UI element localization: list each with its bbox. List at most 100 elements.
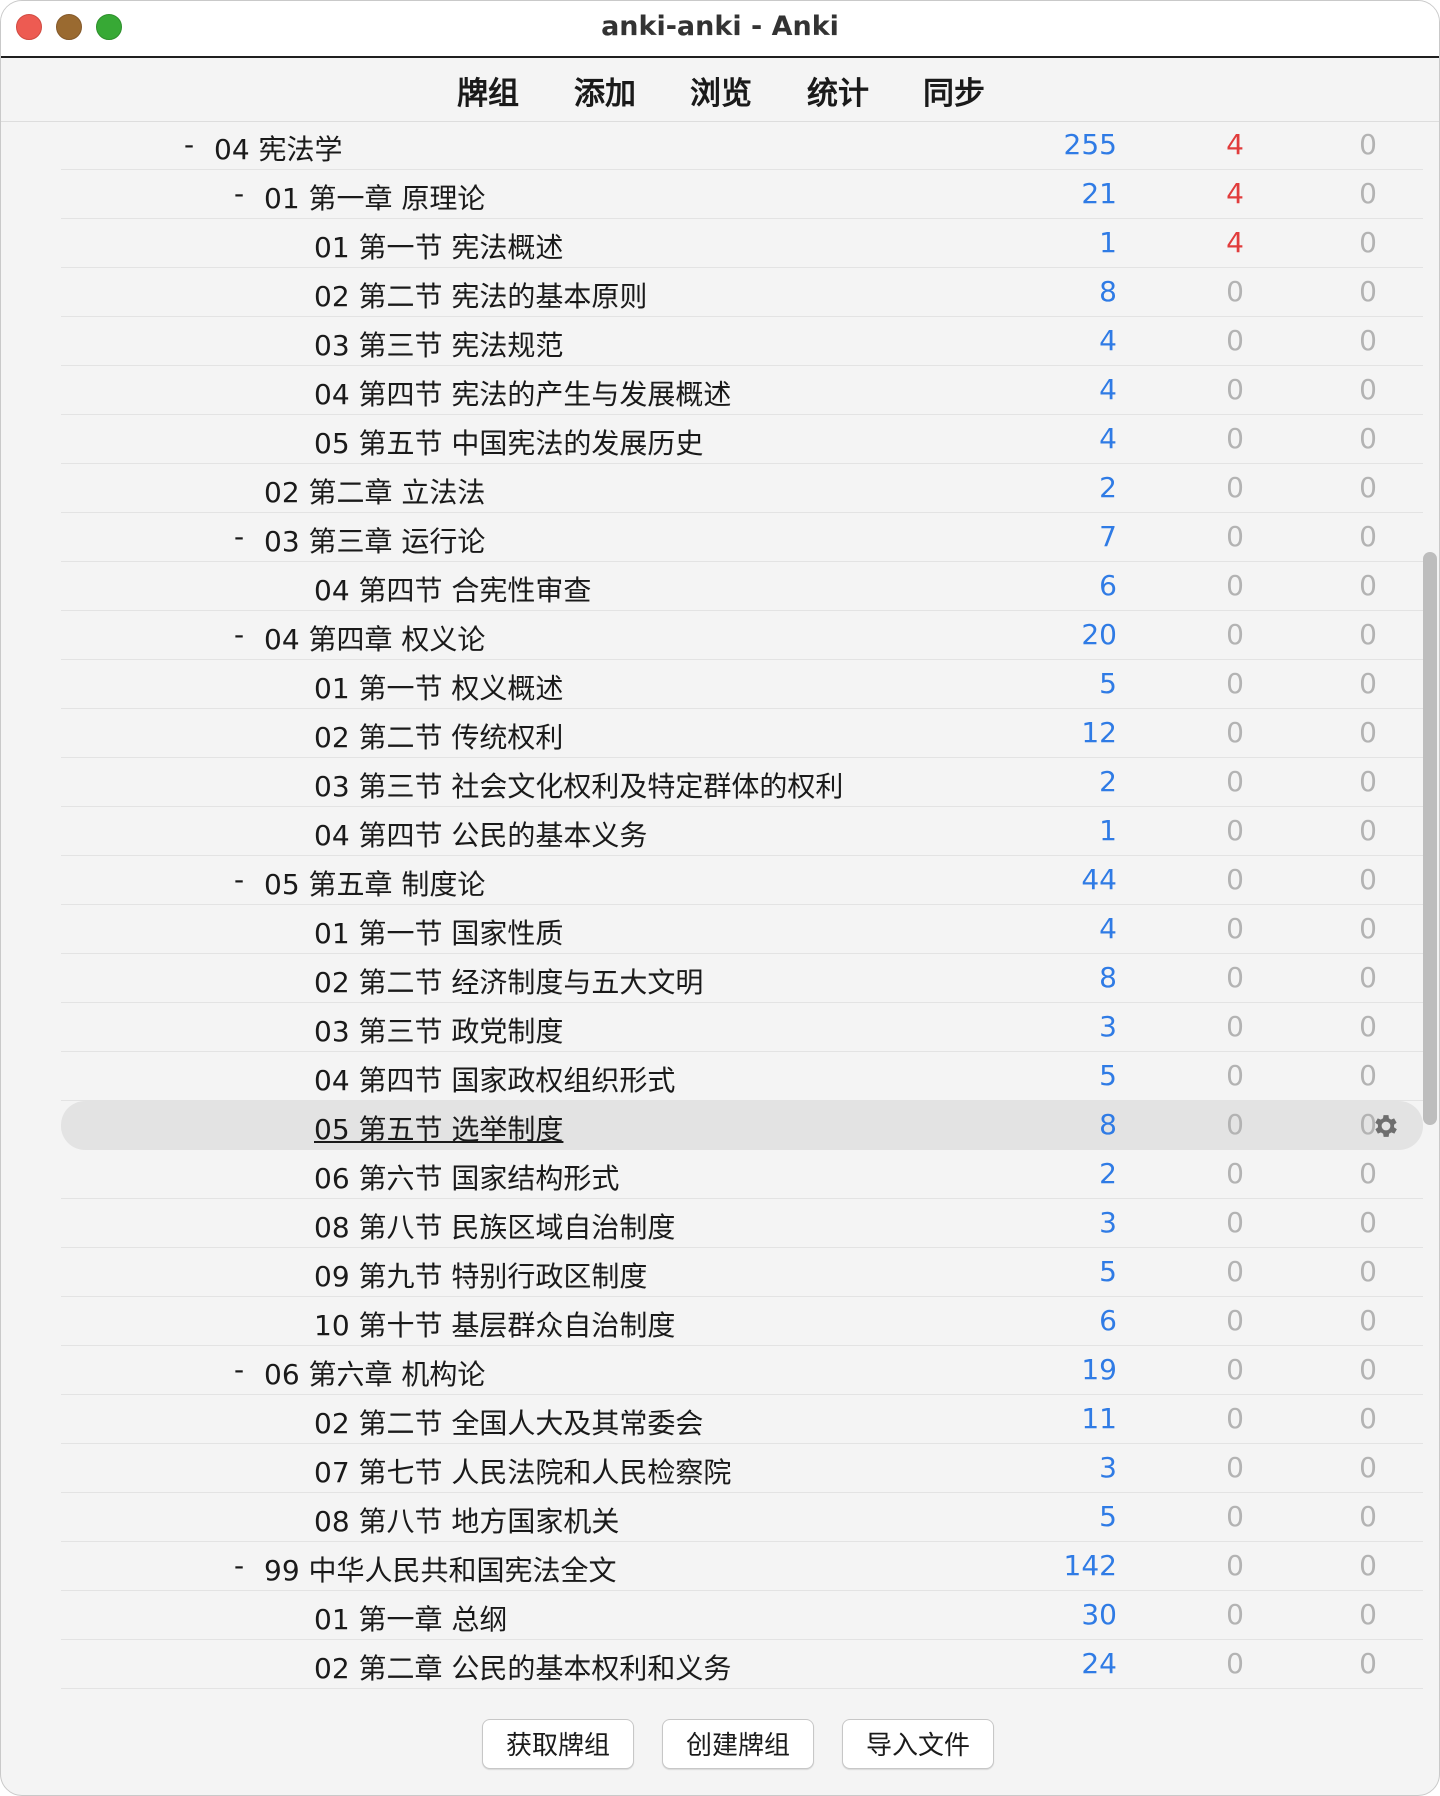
learn-count: 0: [1226, 275, 1244, 308]
deck-name-link[interactable]: 02 第二章 公民的基本权利和义务: [314, 1647, 731, 1687]
deck-row[interactable]: -04 宪法学 255 4 0: [61, 121, 1423, 170]
deck-name-link[interactable]: 01 第一节 权义概述: [314, 667, 563, 707]
deck-name-link[interactable]: 03 第三节 政党制度: [314, 1010, 563, 1050]
deck-name-link[interactable]: 01 第一章 原理论: [264, 177, 485, 217]
collapse-toggle[interactable]: -: [234, 1353, 244, 1386]
deck-row[interactable]: 06 第六节 国家结构形式 2 0 0: [61, 1150, 1423, 1199]
collapse-toggle[interactable]: -: [184, 128, 194, 161]
collapse-toggle[interactable]: -: [234, 177, 244, 210]
deck-name-link[interactable]: 10 第十节 基层群众自治制度: [314, 1304, 675, 1344]
learn-count: 0: [1226, 1598, 1244, 1631]
deck-name-link[interactable]: 07 第七节 人民法院和人民检察院: [314, 1451, 731, 1491]
learn-count: 0: [1226, 373, 1244, 406]
deck-name-link[interactable]: 99 中华人民共和国宪法全文: [264, 1549, 617, 1589]
deck-row[interactable]: 04 第四节 公民的基本义务 1 0 0: [61, 807, 1423, 856]
deck-row[interactable]: 05 第五节 选举制度 8 0 0: [61, 1101, 1423, 1150]
learn-count: 0: [1226, 1549, 1244, 1582]
deck-name-link[interactable]: 01 第一节 宪法概述: [314, 226, 563, 266]
deck-name-link[interactable]: 02 第二节 传统权利: [314, 716, 563, 756]
learn-count: 0: [1226, 667, 1244, 700]
deck-name-link[interactable]: 05 第五章 制度论: [264, 863, 485, 903]
new-count: 8: [1099, 961, 1117, 994]
deck-name-link[interactable]: 03 第三节 社会文化权利及特定群体的权利: [314, 765, 843, 805]
toolbar-stats-link[interactable]: 统计: [807, 68, 869, 113]
review-count: 0: [1359, 1010, 1377, 1043]
deck-name-link[interactable]: 02 第二节 经济制度与五大文明: [314, 961, 703, 1001]
deck-row[interactable]: 02 第二章 公民的基本权利和义务 24 0 0: [61, 1640, 1423, 1689]
collapse-toggle[interactable]: -: [234, 618, 244, 651]
deck-name-link[interactable]: 09 第九节 特别行政区制度: [314, 1255, 647, 1295]
toolbar-decks-link[interactable]: 牌组: [457, 68, 519, 113]
learn-count: 0: [1226, 1304, 1244, 1337]
deck-name-link[interactable]: 06 第六章 机构论: [264, 1353, 485, 1393]
deck-row[interactable]: 04 第四节 合宪性审查 6 0 0: [61, 562, 1423, 611]
collapse-toggle[interactable]: -: [234, 520, 244, 553]
deck-name-link[interactable]: 04 第四节 宪法的产生与发展概述: [314, 373, 731, 413]
get-shared-decks-button[interactable]: 获取牌组: [482, 1719, 634, 1769]
deck-name-link[interactable]: 01 第一节 国家性质: [314, 912, 563, 952]
deck-name-link[interactable]: 02 第二节 宪法的基本原则: [314, 275, 647, 315]
deck-row[interactable]: 07 第七节 人民法院和人民检察院 3 0 0: [61, 1444, 1423, 1493]
deck-row[interactable]: 01 第一节 权义概述 5 0 0: [61, 660, 1423, 709]
learn-count: 0: [1226, 814, 1244, 847]
deck-row[interactable]: 04 第四节 国家政权组织形式 5 0 0: [61, 1052, 1423, 1101]
toolbar-sync-link[interactable]: 同步: [923, 68, 985, 113]
new-count: 3: [1099, 1206, 1117, 1239]
deck-name-link[interactable]: 04 第四节 合宪性审查: [314, 569, 591, 609]
deck-name-link[interactable]: 05 第五节 选举制度: [314, 1108, 563, 1148]
review-count: 0: [1359, 667, 1377, 700]
review-count: 0: [1359, 1304, 1377, 1337]
main-toolbar: 牌组 添加 浏览 统计 同步: [1, 58, 1439, 122]
deck-row[interactable]: 08 第八节 地方国家机关 5 0 0: [61, 1493, 1423, 1542]
gear-icon[interactable]: [1371, 1111, 1401, 1141]
deck-row[interactable]: 10 第十节 基层群众自治制度 6 0 0: [61, 1297, 1423, 1346]
deck-name-link[interactable]: 03 第三节 宪法规范: [314, 324, 563, 364]
deck-name-link[interactable]: 05 第五节 中国宪法的发展历史: [314, 422, 703, 462]
deck-row[interactable]: 09 第九节 特别行政区制度 5 0 0: [61, 1248, 1423, 1297]
deck-row[interactable]: -06 第六章 机构论 19 0 0: [61, 1346, 1423, 1395]
review-count: 0: [1359, 324, 1377, 357]
deck-row[interactable]: 02 第二节 全国人大及其常委会 11 0 0: [61, 1395, 1423, 1444]
learn-count: 0: [1226, 716, 1244, 749]
collapse-toggle[interactable]: -: [234, 863, 244, 896]
deck-row[interactable]: 02 第二章 立法法 2 0 0: [61, 464, 1423, 513]
deck-name-link[interactable]: 04 第四章 权义论: [264, 618, 485, 658]
deck-row[interactable]: 01 第一章 总纲 30 0 0: [61, 1591, 1423, 1640]
deck-row[interactable]: 01 第一节 国家性质 4 0 0: [61, 905, 1423, 954]
deck-row[interactable]: -03 第三章 运行论 7 0 0: [61, 513, 1423, 562]
import-file-button[interactable]: 导入文件: [842, 1719, 994, 1769]
deck-name-link[interactable]: 02 第二节 全国人大及其常委会: [314, 1402, 703, 1442]
new-count: 5: [1099, 1059, 1117, 1092]
deck-row[interactable]: 03 第三节 宪法规范 4 0 0: [61, 317, 1423, 366]
deck-row[interactable]: 08 第八节 民族区域自治制度 3 0 0: [61, 1199, 1423, 1248]
new-count: 5: [1099, 1500, 1117, 1533]
deck-row[interactable]: 04 第四节 宪法的产生与发展概述 4 0 0: [61, 366, 1423, 415]
deck-row[interactable]: 03 第三节 社会文化权利及特定群体的权利 2 0 0: [61, 758, 1423, 807]
deck-name-link[interactable]: 04 第四节 国家政权组织形式: [314, 1059, 675, 1099]
deck-name-link[interactable]: 03 第三章 运行论: [264, 520, 485, 560]
review-count: 0: [1359, 765, 1377, 798]
toolbar-browse-link[interactable]: 浏览: [690, 68, 752, 113]
deck-row[interactable]: 02 第二节 宪法的基本原则 8 0 0: [61, 268, 1423, 317]
collapse-toggle[interactable]: -: [234, 1549, 244, 1582]
deck-name-link[interactable]: 08 第八节 民族区域自治制度: [314, 1206, 675, 1246]
deck-name-link[interactable]: 06 第六节 国家结构形式: [314, 1157, 619, 1197]
deck-row[interactable]: 02 第二节 传统权利 12 0 0: [61, 709, 1423, 758]
deck-row[interactable]: -05 第五章 制度论 44 0 0: [61, 856, 1423, 905]
deck-name-link[interactable]: 04 第四节 公民的基本义务: [314, 814, 647, 854]
deck-row[interactable]: 03 第三节 政党制度 3 0 0: [61, 1003, 1423, 1052]
scrollbar-thumb[interactable]: [1423, 552, 1437, 1125]
deck-row[interactable]: 01 第一节 宪法概述 1 4 0: [61, 219, 1423, 268]
deck-name-link[interactable]: 02 第二章 立法法: [264, 471, 485, 511]
toolbar-add-link[interactable]: 添加: [574, 68, 636, 113]
deck-row[interactable]: -99 中华人民共和国宪法全文 142 0 0: [61, 1542, 1423, 1591]
deck-row[interactable]: -01 第一章 原理论 21 4 0: [61, 170, 1423, 219]
deck-name-link[interactable]: 01 第一章 总纲: [314, 1598, 507, 1638]
deck-name-link[interactable]: 04 宪法学: [214, 128, 343, 168]
create-deck-button[interactable]: 创建牌组: [662, 1719, 814, 1769]
learn-count: 0: [1226, 471, 1244, 504]
deck-row[interactable]: -04 第四章 权义论 20 0 0: [61, 611, 1423, 660]
deck-row[interactable]: 05 第五节 中国宪法的发展历史 4 0 0: [61, 415, 1423, 464]
deck-row[interactable]: 02 第二节 经济制度与五大文明 8 0 0: [61, 954, 1423, 1003]
deck-name-link[interactable]: 08 第八节 地方国家机关: [314, 1500, 619, 1540]
